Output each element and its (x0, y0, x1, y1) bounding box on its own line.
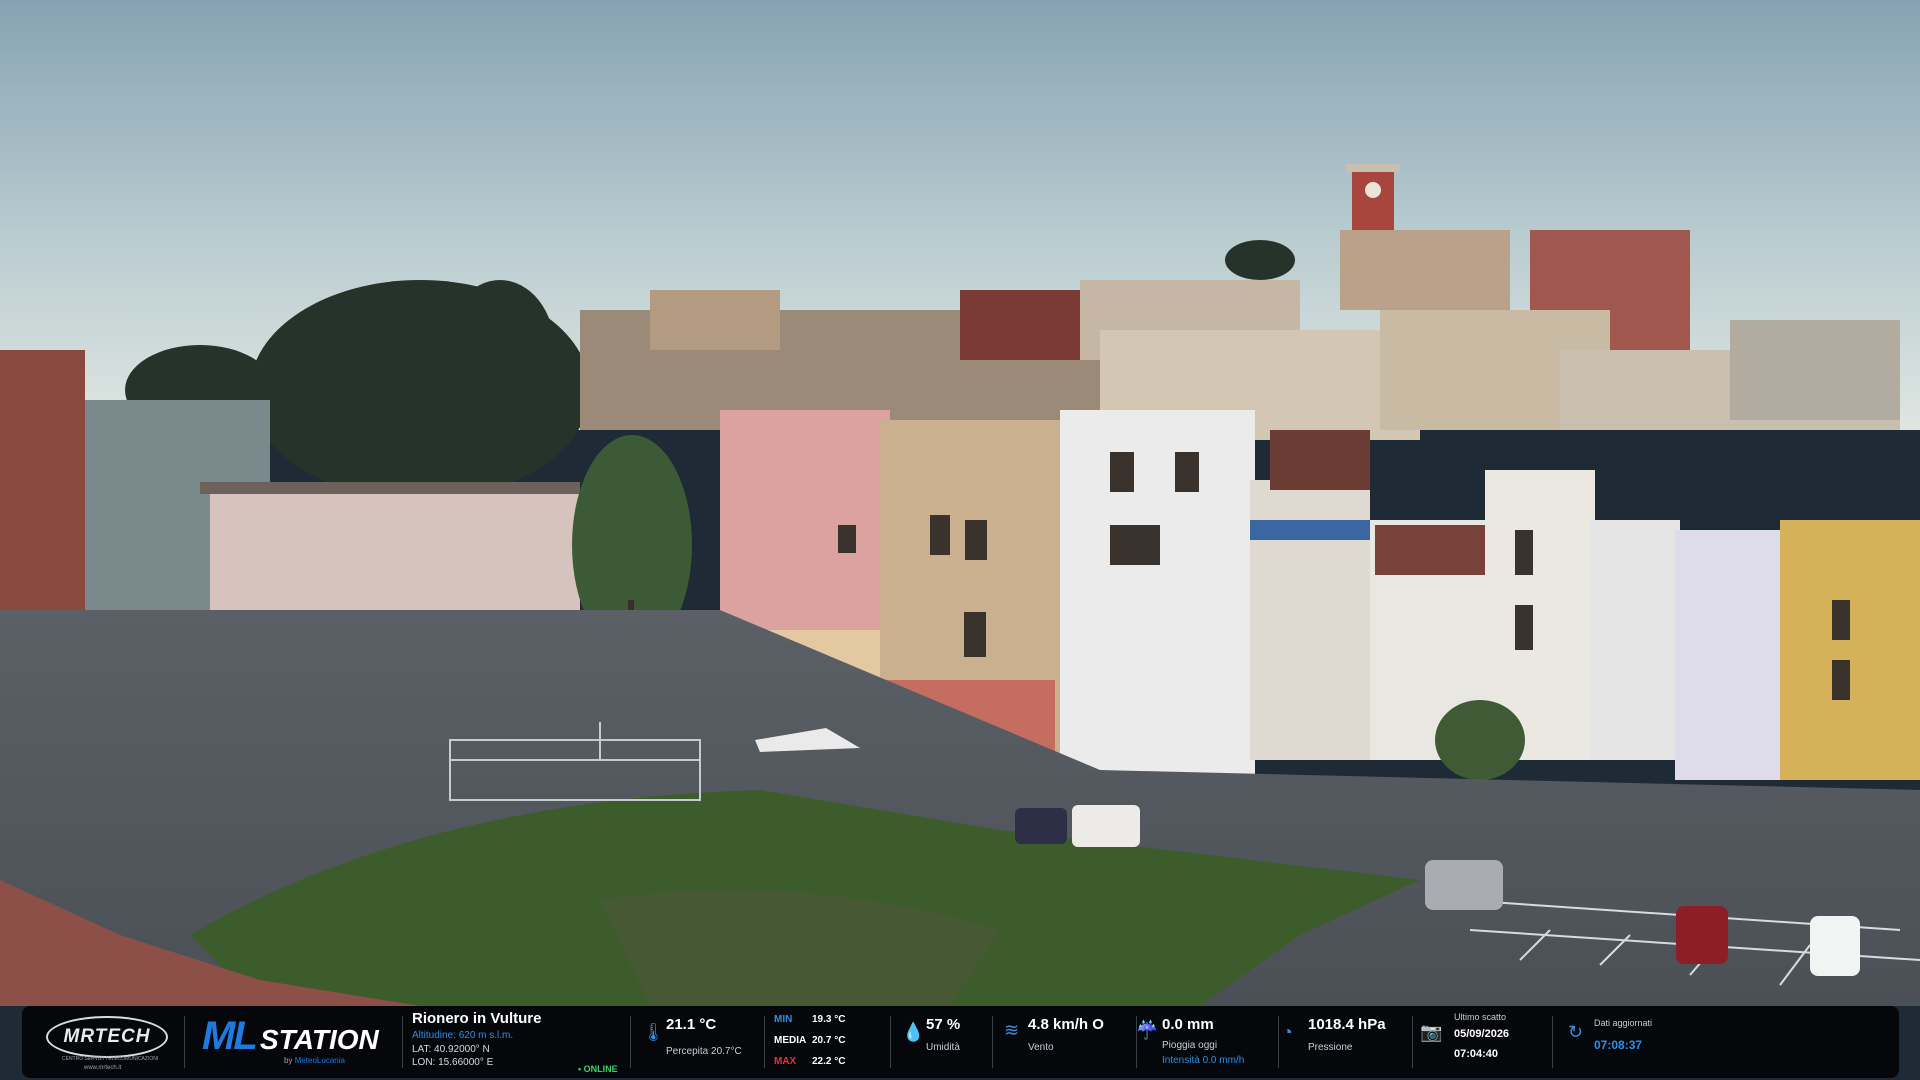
mrtech-logo: MRTECH CENTRO SERVIZI TELECOMUNICAZIONI … (40, 1006, 190, 1078)
temperature-block: 🌡 21.1 °C Percepita 20.7°C (642, 1006, 782, 1078)
refresh-icon: ↻ (1568, 1022, 1584, 1042)
mlstation-ml: ML (202, 1014, 258, 1058)
last-shot-date: 05/09/2026 (1454, 1028, 1510, 1040)
temp-minmax-block: MIN 19.3 °C MEDIA 20.7 °C MAX 22.2 °C (774, 1006, 894, 1078)
last-shot-block: 📷 Ultimo scatto 05/09/2026 07:04:40 (1420, 1006, 1550, 1078)
rain-label: Pioggia oggi (1162, 1040, 1218, 1051)
info-bar: MRTECH CENTRO SERVIZI TELECOMUNICAZIONI … (22, 1006, 1899, 1078)
updated-time: 07:08:37 (1594, 1038, 1643, 1052)
rain-block: ☔ 0.0 mm Pioggia oggi Intensità 0.0 mm/h (1136, 1006, 1276, 1078)
latitude: LAT: 40.92000° N (412, 1044, 490, 1055)
online-status: • ONLINE (578, 1064, 618, 1074)
last-shot-label: Ultimo scatto (1454, 1012, 1507, 1022)
last-shot-time: 07:04:40 (1454, 1048, 1499, 1060)
feels-like: Percepita 20.7°C (666, 1046, 742, 1057)
clock-tower (1346, 164, 1400, 230)
mlstation-station: STATION (260, 1024, 379, 1055)
humidity-value: 57 % (926, 1016, 961, 1033)
humidity-label: Umidità (926, 1042, 960, 1053)
gauge-icon: ◔ (1282, 1022, 1293, 1042)
camera-icon: 📷 (1420, 1022, 1443, 1042)
temperature-value: 21.1 °C (666, 1016, 717, 1033)
mlstation-logo: ML STATION by MeteoLucania (202, 1006, 417, 1078)
wind-label: Vento (1028, 1042, 1054, 1053)
altitude: Altitudine: 620 m s.l.m. (412, 1030, 514, 1041)
mrtech-tagline: CENTRO SERVIZI TELECOMUNICAZIONI (62, 1056, 159, 1062)
rain-value: 0.0 mm (1162, 1016, 1214, 1033)
location-block: Rionero in Vulture Altitudine: 620 m s.l… (412, 1006, 652, 1078)
mrtech-logo-mark: MRTECH (46, 1016, 168, 1058)
location-name: Rionero in Vulture (412, 1010, 542, 1027)
temp-min: MIN 19.3 °C (774, 1014, 846, 1025)
webcam-scene (0, 0, 1920, 1006)
wind-block: ≋ 4.8 km/h O Vento (1004, 1006, 1134, 1078)
longitude: LON: 15.66000° E (412, 1057, 494, 1068)
temp-max: MAX 22.2 °C (774, 1056, 846, 1067)
updated-block: ↻ Dati aggiornati 07:08:37 (1568, 1006, 1728, 1078)
rain-icon: ☔ (1136, 1020, 1159, 1040)
thermometer-icon: 🌡 (642, 1022, 665, 1042)
drop-icon: 💧 (902, 1022, 925, 1042)
pressure-block: ◔ 1018.4 hPa Pressione (1282, 1006, 1422, 1078)
mrtech-site: www.mrtech.it (84, 1065, 122, 1071)
mlstation-by: by MeteoLucania (284, 1056, 345, 1065)
rain-intensity: Intensità 0.0 mm/h (1162, 1055, 1245, 1066)
updated-label: Dati aggiornati (1594, 1018, 1653, 1028)
humidity-block: 💧 57 % Umidità (902, 1006, 1002, 1078)
pressure-label: Pressione (1308, 1042, 1353, 1053)
wind-icon: ≋ (1004, 1020, 1020, 1040)
pressure-value: 1018.4 hPa (1308, 1016, 1386, 1033)
wind-value: 4.8 km/h O (1028, 1016, 1104, 1033)
temp-avg: MEDIA 20.7 °C (774, 1035, 846, 1046)
